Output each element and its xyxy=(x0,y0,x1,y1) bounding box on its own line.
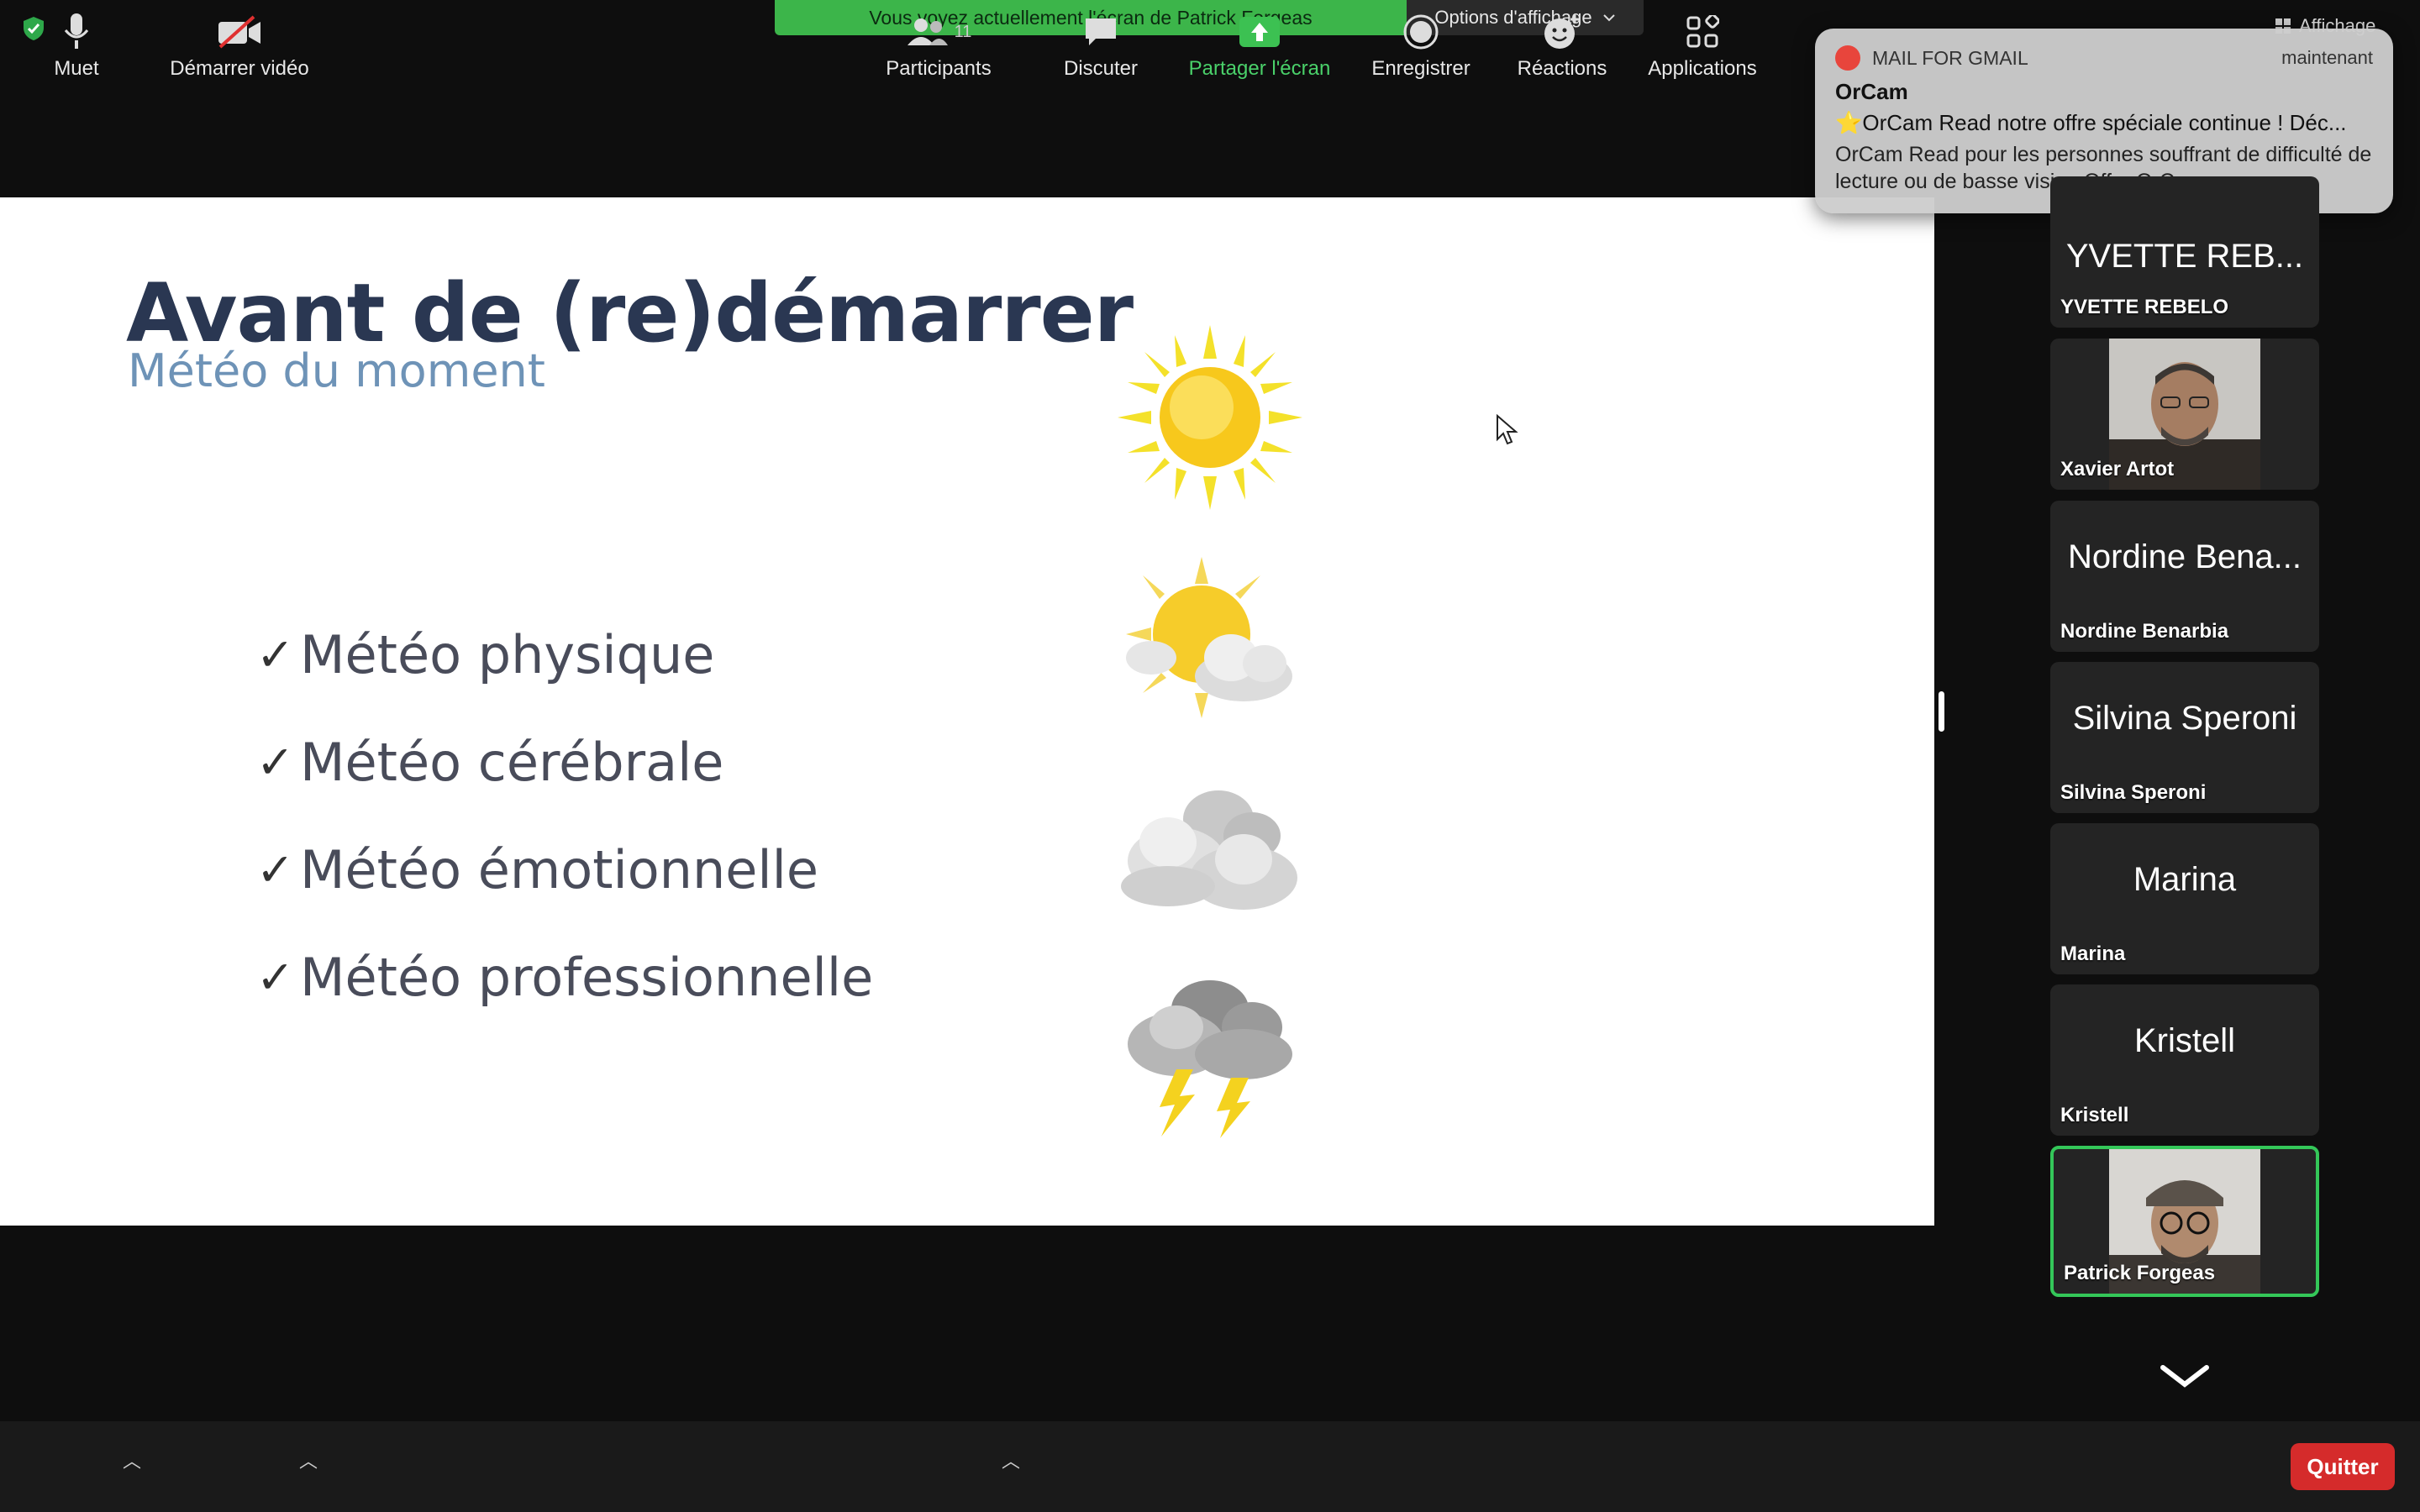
smiley-plus-icon xyxy=(1544,15,1579,49)
video-off-icon xyxy=(218,15,260,49)
participant-tile[interactable]: Marina Marina xyxy=(2050,823,2319,974)
panel-resize-handle[interactable] xyxy=(1939,691,1944,732)
participant-name: Kristell xyxy=(2060,1104,2129,1126)
participant-name: YVETTE REBELO xyxy=(2060,296,2229,318)
checkmark-icon: ✓ xyxy=(256,735,295,789)
participant-display-name: Nordine Bena... xyxy=(2068,538,2302,575)
participants-options-caret[interactable]: ︿ xyxy=(1002,1446,1020,1473)
apps-button[interactable]: Applications xyxy=(1639,0,1766,91)
checklist-item: ✓ Météo physique xyxy=(256,601,873,708)
sun-cloud-icon xyxy=(1126,557,1292,718)
audio-options-caret[interactable]: ︿ xyxy=(123,1446,141,1473)
microphone-icon xyxy=(64,13,89,49)
participant-display-name: Marina xyxy=(2133,861,2237,898)
participant-tile[interactable]: Nordine Bena... Nordine Benarbia xyxy=(2050,501,2319,652)
participant-name: Xavier Artot xyxy=(2060,458,2175,480)
checkmark-icon: ✓ xyxy=(256,950,295,1004)
apps-icon xyxy=(1686,15,1719,48)
checklist-label: Météo physique xyxy=(300,623,715,685)
checklist-item: ✓ Météo émotionnelle xyxy=(256,816,873,923)
record-label: Enregistrer xyxy=(1371,57,1470,80)
scroll-down-chevron-icon[interactable] xyxy=(2158,1361,2212,1391)
slide-checklist: ✓ Météo physique ✓ Météo cérébrale ✓ Mét… xyxy=(256,601,873,1031)
chat-button[interactable]: Discuter xyxy=(1050,0,1151,91)
mail-app-icon xyxy=(1835,45,1860,71)
checklist-item: ✓ Météo cérébrale xyxy=(256,708,873,816)
checklist-label: Météo émotionnelle xyxy=(300,838,819,900)
notification-time: maintenant xyxy=(2281,47,2373,68)
participant-name: Patrick Forgeas xyxy=(2064,1262,2216,1284)
checklist-label: Météo professionnelle xyxy=(300,946,874,1008)
participant-tile[interactable]: Kristell Kristell xyxy=(2050,984,2319,1136)
participants-label: Participants xyxy=(886,57,992,80)
notification-sender: OrCam xyxy=(1835,79,1908,104)
checkmark-icon: ✓ xyxy=(256,627,295,681)
share-screen-label: Partager l'écran xyxy=(1188,57,1331,80)
participant-display-name: Kristell xyxy=(2133,1022,2236,1059)
reactions-button[interactable]: Réactions xyxy=(1506,0,1618,91)
storm-icon xyxy=(1128,980,1292,1138)
meeting-toolbar xyxy=(0,1421,2420,1512)
participant-count: 11 xyxy=(954,22,972,41)
record-button[interactable]: Enregistrer xyxy=(1361,0,1481,91)
participants-icon xyxy=(907,18,948,45)
start-video-label: Démarrer vidéo xyxy=(170,57,309,80)
participant-name: Silvina Speroni xyxy=(2060,781,2207,804)
participant-display-name: Silvina Speroni xyxy=(2072,700,2297,737)
slide-subtitle: Météo du moment xyxy=(128,344,545,397)
mute-button[interactable]: Muet xyxy=(34,0,119,91)
participant-tile[interactable]: Xavier Artot xyxy=(2050,339,2319,490)
record-icon xyxy=(1403,14,1439,50)
chat-bubble-icon xyxy=(1086,18,1116,45)
start-video-button[interactable]: Démarrer vidéo xyxy=(160,0,319,91)
participants-button[interactable]: 11 Participants xyxy=(874,0,1003,91)
mute-label: Muet xyxy=(54,57,99,80)
participant-name: Nordine Benarbia xyxy=(2060,620,2229,643)
reactions-label: Réactions xyxy=(1517,57,1607,80)
mouse-cursor-icon xyxy=(1497,414,1518,445)
leave-meeting-button[interactable]: Quitter xyxy=(2291,1443,2395,1490)
participant-tile[interactable]: Silvina Speroni Silvina Speroni xyxy=(2050,662,2319,813)
shared-slide: Avant de (re)démarrer Météo du moment ✓ … xyxy=(0,197,1934,1226)
checkmark-icon: ✓ xyxy=(256,843,295,896)
share-screen-button[interactable]: Partager l'écran xyxy=(1173,0,1346,91)
participant-name: Marina xyxy=(2060,942,2126,965)
notification-subject: ⭐OrCam Read notre offre spéciale continu… xyxy=(1835,110,2347,135)
video-options-caret[interactable]: ︿ xyxy=(299,1446,318,1473)
participant-tile-active-speaker[interactable]: Patrick Forgeas xyxy=(2050,1146,2319,1297)
share-screen-icon xyxy=(1239,17,1280,47)
sun-icon xyxy=(1118,325,1302,510)
checklist-item: ✓ Météo professionnelle xyxy=(256,923,873,1031)
checklist-label: Météo cérébrale xyxy=(300,731,724,793)
chat-label: Discuter xyxy=(1063,57,1139,80)
participant-tile[interactable]: YVETTE REB... YVETTE REBELO xyxy=(2050,176,2319,328)
clouds-icon xyxy=(1121,790,1297,910)
apps-label: Applications xyxy=(1648,57,1757,80)
notification-app-name: MAIL FOR GMAIL xyxy=(1872,46,2028,69)
